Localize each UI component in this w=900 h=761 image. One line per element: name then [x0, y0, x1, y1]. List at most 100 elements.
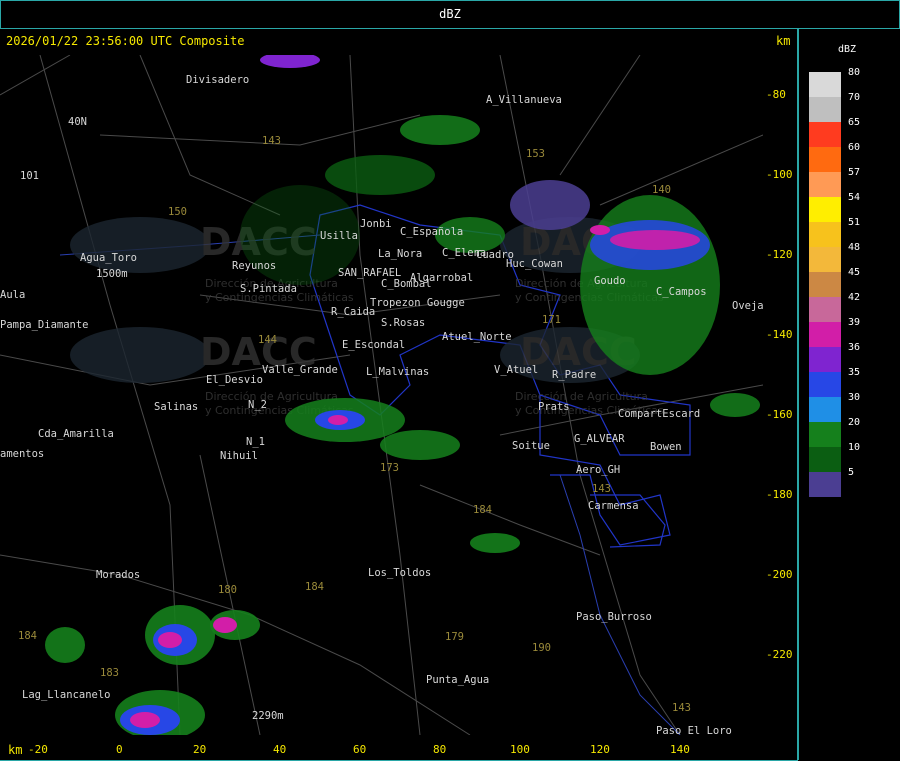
place-paso-burroso: Paso_Burroso [576, 611, 652, 623]
route-184c: 184 [18, 630, 37, 642]
place-compartescard: CompartEscard [618, 408, 700, 420]
legend-swatch-57 [809, 172, 841, 197]
place-s-rosas: S.Rosas [381, 317, 425, 329]
route-180: 180 [218, 584, 237, 596]
legend-label-48: 48 [848, 242, 861, 253]
route-179: 179 [445, 631, 464, 643]
route-143b: 143 [672, 702, 691, 714]
place-40n: 40N [68, 116, 87, 128]
place-pampa-diamante: Pampa_Diamante [0, 319, 89, 331]
place-e-escondal: E_Escondal [342, 339, 405, 351]
place-los-toldos: Los_Toldos [368, 567, 431, 579]
x-tick-6: 100 [510, 743, 530, 756]
route-173: 173 [380, 462, 399, 474]
legend-swatch-10 [809, 447, 841, 472]
legend-label-5: 5 [848, 467, 855, 478]
legend-swatch-45 [809, 272, 841, 297]
place-salinas: Salinas [154, 401, 198, 413]
place-bowen: Bowen [650, 441, 682, 453]
legend-label-65: 65 [848, 117, 861, 128]
place-usilla: Usilla [320, 230, 358, 242]
route-183: 183 [100, 667, 119, 679]
y-tick-7: -220 [766, 648, 793, 661]
y-tick-0: -80 [766, 88, 786, 101]
route-153: 153 [526, 148, 545, 160]
legend-label-42: 42 [848, 292, 861, 303]
legend-swatch-54 [809, 197, 841, 222]
route-143: 143 [262, 135, 281, 147]
radar-map[interactable]: DACC DACC DACC DACC Dirección de Agricul… [0, 55, 763, 735]
legend-label-30: 30 [848, 392, 861, 403]
legend-label-51: 51 [848, 217, 861, 228]
place-punta-agua: Punta_Agua [426, 674, 489, 686]
legend-label-36: 36 [848, 342, 861, 353]
y-tick-3: -140 [766, 328, 793, 341]
legend-label-54: 54 [848, 192, 861, 203]
place-morados: Morados [96, 569, 140, 581]
legend-swatch-39 [809, 322, 841, 347]
place-r-caida: R_Caida [331, 306, 375, 318]
place-nihuil: Nihuil [220, 450, 258, 462]
y-tick-6: -200 [766, 568, 793, 581]
place-reyunos: Reyunos [232, 260, 276, 272]
window-title: dBZ [439, 7, 461, 21]
legend-color-bar [809, 72, 841, 497]
place-divisadero: Divisadero [186, 74, 249, 86]
place-tropezon-gougge: Tropezon Gougge [370, 297, 465, 309]
x-tick-1: 0 [116, 743, 123, 756]
legend-label-80: 80 [848, 67, 861, 78]
legend-label-10: 10 [848, 442, 861, 453]
place-101: 101 [20, 170, 39, 182]
place-l-malvinas: L_Malvinas [366, 366, 429, 378]
legend-title: dBZ [838, 44, 857, 55]
route-144: 144 [258, 334, 277, 346]
place-r-padre: R_Padre [552, 369, 596, 381]
place-s-pintada: S.Pintada [240, 283, 297, 295]
place-v-atuel: V_Atuel [494, 364, 538, 376]
wm-line-4a: Dirección de Agricultura [515, 390, 648, 403]
legend-swatch-65 [809, 122, 841, 147]
place-n-1: N_1 [246, 436, 265, 448]
place-atuel-norte: Atuel_Norte [442, 331, 512, 343]
route-184: 184 [305, 581, 324, 593]
place-el-desvio: El_Desvio [206, 374, 263, 386]
route-184b: 184 [473, 504, 492, 516]
place-jonbi: Jonbi [360, 218, 392, 230]
y-tick-2: -120 [766, 248, 793, 261]
route-150: 150 [168, 206, 187, 218]
unit-top-label: km [776, 34, 791, 48]
place-lag-llancanelo: Lag_Llancanelo [22, 689, 111, 701]
legend-swatch-80 [809, 72, 841, 97]
y-tick-4: -160 [766, 408, 793, 421]
legend-swatch-5 [809, 472, 841, 497]
place-aero-gh: Aero_GH [576, 464, 620, 476]
route-140: 140 [652, 184, 671, 196]
place-amentos: amentos [0, 448, 44, 460]
legend-swatch-60 [809, 147, 841, 172]
legend-label-57: 57 [848, 167, 861, 178]
place-agua-toro: Agua_Toro [80, 252, 137, 264]
place-1500m: 1500m [96, 268, 128, 280]
place-goudo: Goudo [594, 275, 626, 287]
place-soitue: Soitue [512, 440, 550, 452]
legend-label-20: 20 [848, 417, 861, 428]
timestamp-label: 2026/01/22 23:56:00 UTC Composite [6, 34, 245, 48]
place-a-villanueva: A_Villanueva [486, 94, 562, 106]
place-la-nora: La_Nora [378, 248, 422, 260]
x-tick-8: 140 [670, 743, 690, 756]
place-oveja: Oveja [732, 300, 763, 312]
x-tick-0: -20 [28, 743, 48, 756]
route-190: 190 [532, 642, 551, 654]
legend-swatch-48 [809, 247, 841, 272]
x-tick-2: 20 [193, 743, 207, 756]
radar-echoes [45, 55, 760, 735]
x-tick-5: 80 [433, 743, 447, 756]
place-g-alvear: G_ALVEAR [574, 433, 625, 445]
legend-label-35: 35 [848, 367, 861, 378]
place-algarrobal: Algarrobal [410, 272, 473, 284]
legend-swatch-36 [809, 347, 841, 372]
x-tick-7: 120 [590, 743, 610, 756]
place-cda-amarilla: Cda_Amarilla [38, 428, 114, 440]
place-paso-el-loro: Paso_El_Loro [656, 725, 732, 735]
x-tick-4: 60 [353, 743, 367, 756]
